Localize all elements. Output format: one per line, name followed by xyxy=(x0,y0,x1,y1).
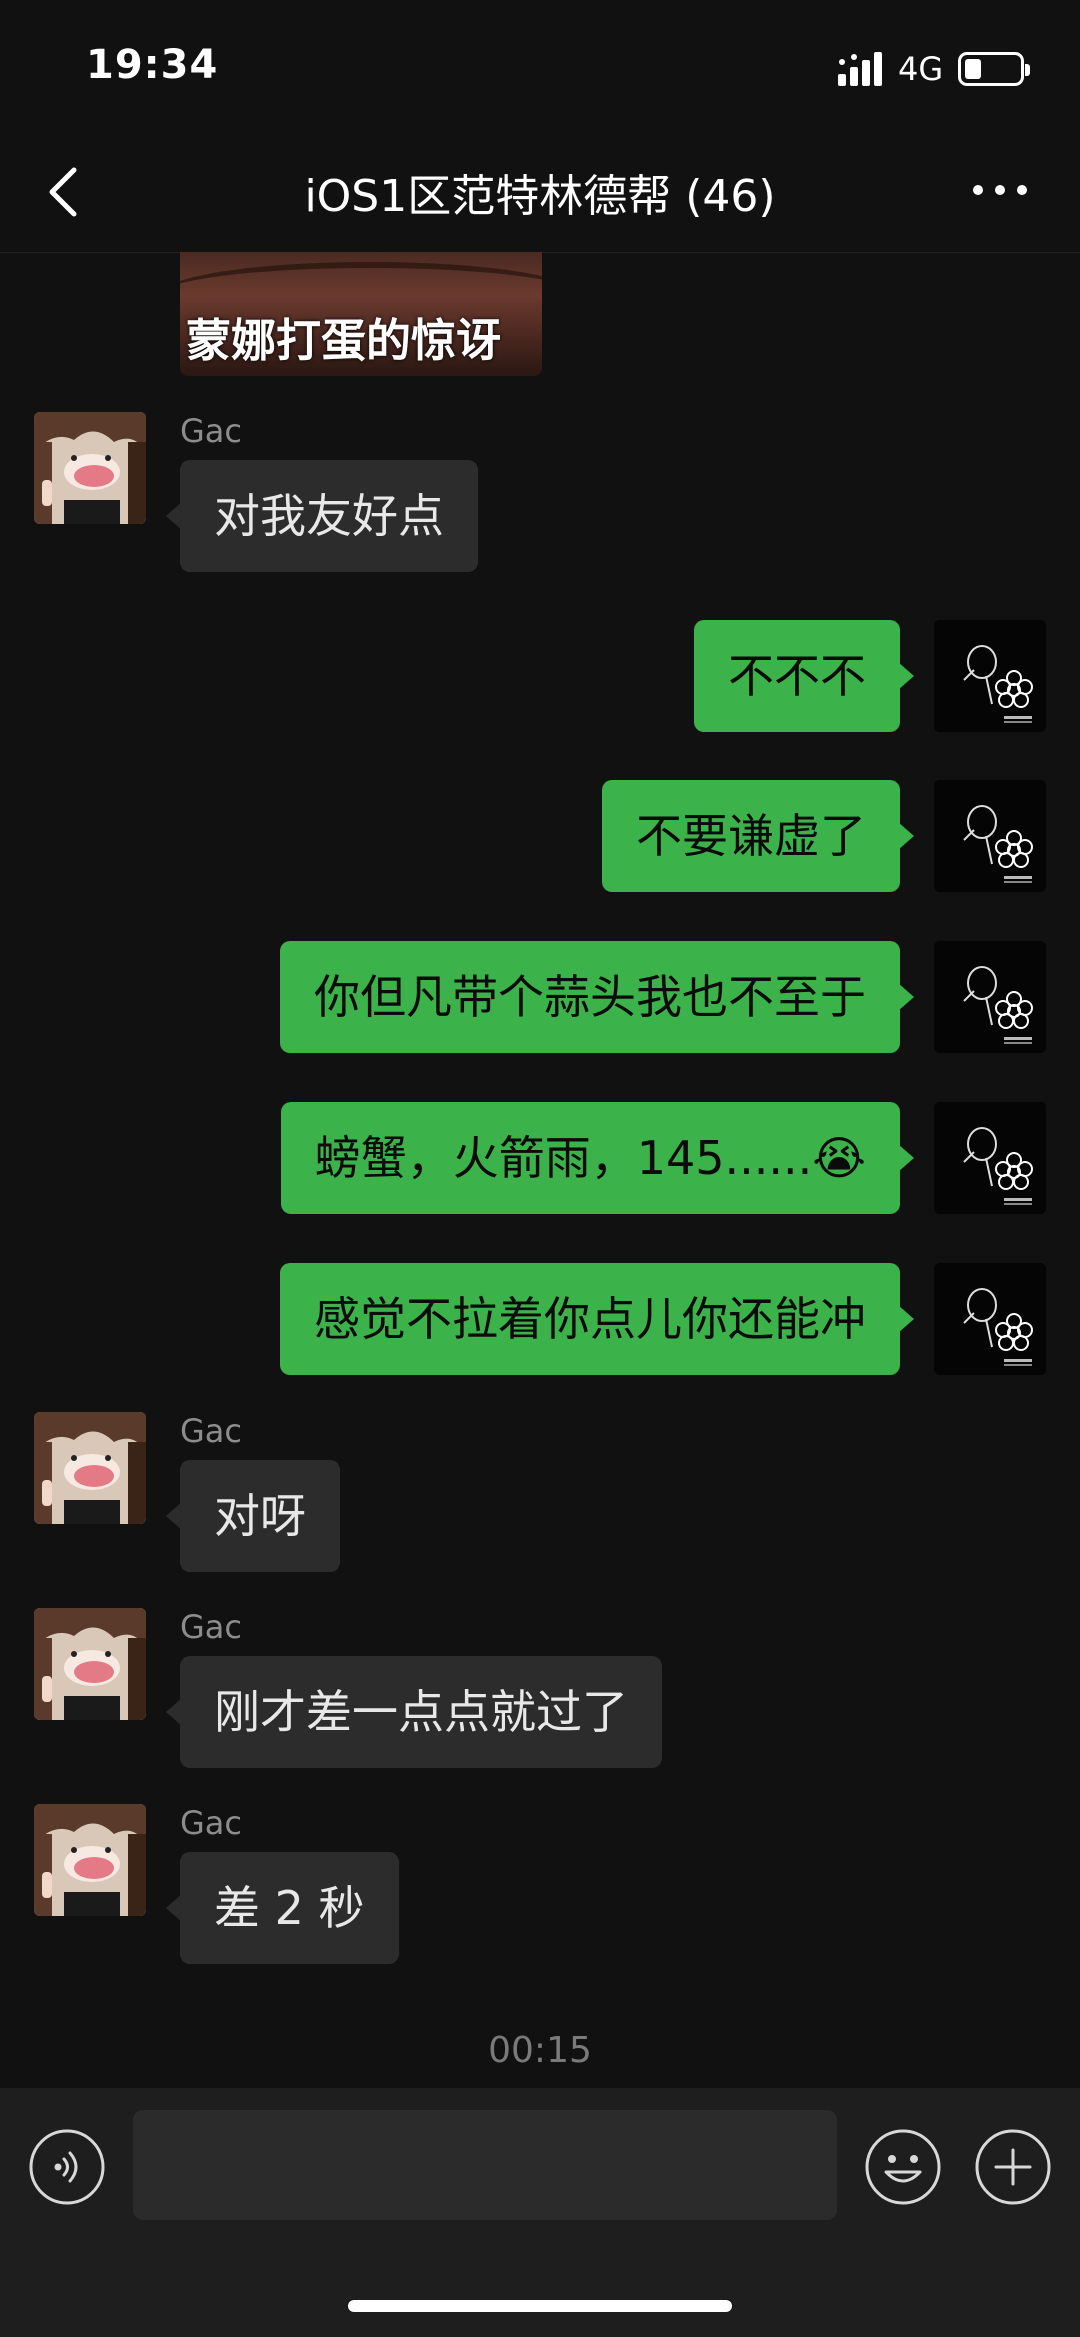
sender-name: Gac xyxy=(180,1608,242,1646)
chat-area[interactable]: 蒙娜打蛋的惊讶 Gac 对我友好点 不不不 不要谦虚了 你但凡带个蒜头我也不至于… xyxy=(0,252,1080,2088)
signal-icon xyxy=(838,52,882,86)
message-bubble[interactable]: 刚才差一点点就过了 xyxy=(166,1656,662,1768)
avatar[interactable] xyxy=(34,412,146,524)
home-indicator xyxy=(348,2300,732,2312)
avatar[interactable] xyxy=(34,1412,146,1524)
voice-icon[interactable] xyxy=(28,2128,106,2206)
plus-icon[interactable] xyxy=(974,2128,1052,2206)
image-caption: 蒙娜打蛋的惊讶 xyxy=(186,314,502,367)
more-dots-icon[interactable] xyxy=(970,180,1030,200)
emoji-icon[interactable] xyxy=(864,2128,942,2206)
chevron-left-icon[interactable] xyxy=(42,166,86,218)
sender-name: Gac xyxy=(180,1804,242,1842)
message-bubble[interactable]: 对呀 xyxy=(166,1460,340,1572)
message-bubble[interactable]: 螃蟹，火箭雨，145......😭 xyxy=(280,1102,915,1214)
message-bubble[interactable]: 感觉不拉着你点儿你还能冲 xyxy=(280,1263,914,1375)
message-bubble[interactable]: 差 2 秒 xyxy=(166,1852,399,1964)
message-bubble[interactable]: 不要谦虚了 xyxy=(602,780,914,892)
message-bubble[interactable]: 你但凡带个蒜头我也不至于 xyxy=(280,941,914,1053)
avatar[interactable] xyxy=(34,1608,146,1720)
sender-name: Gac xyxy=(180,412,242,450)
status-bar: 19:34 4G xyxy=(0,0,1080,130)
image-message[interactable]: 蒙娜打蛋的惊讶 xyxy=(180,252,542,376)
avatar[interactable] xyxy=(934,1263,1046,1375)
avatar[interactable] xyxy=(34,1804,146,1916)
nav-bar: iOS1区范特林德帮 (46) xyxy=(0,130,1080,253)
network-type: 4G xyxy=(898,50,944,88)
avatar[interactable] xyxy=(934,620,1046,732)
avatar[interactable] xyxy=(934,941,1046,1053)
status-time: 19:34 xyxy=(86,42,219,88)
battery-icon xyxy=(958,52,1030,86)
timestamp: 00:15 xyxy=(488,2030,592,2071)
avatar[interactable] xyxy=(934,1102,1046,1214)
avatar[interactable] xyxy=(934,780,1046,892)
chat-title: iOS1区范特林德帮 (46) xyxy=(304,171,776,222)
message-bubble[interactable]: 不不不 xyxy=(694,620,914,732)
sender-name: Gac xyxy=(180,1412,242,1450)
message-bubble[interactable]: 对我友好点 xyxy=(166,460,478,572)
message-input[interactable] xyxy=(133,2110,837,2220)
battery-level xyxy=(965,59,981,79)
